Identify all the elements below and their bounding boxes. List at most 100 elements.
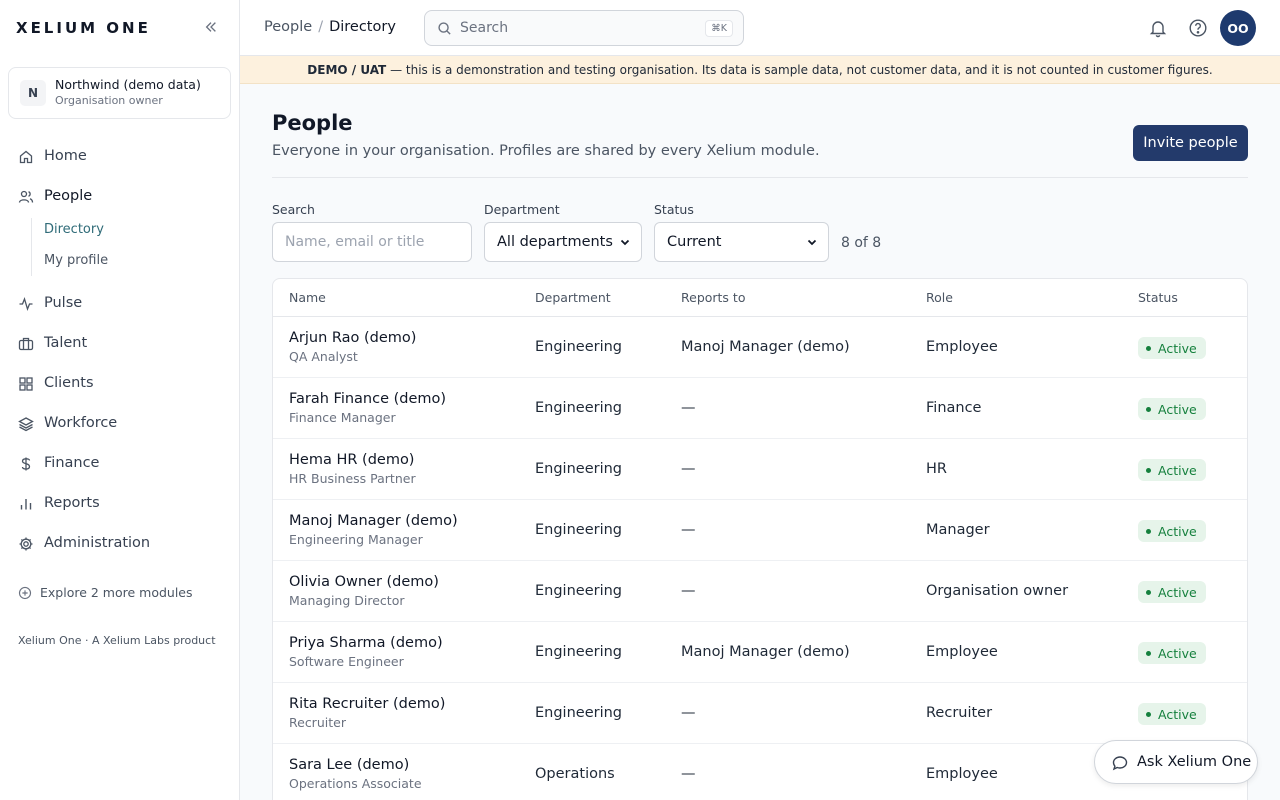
search-icon [438, 22, 451, 35]
people-search-input[interactable] [272, 222, 472, 262]
bar-chart-icon [20, 499, 32, 510]
person-name[interactable]: Manoj Manager (demo) [289, 513, 458, 529]
person-department: Engineering [535, 522, 622, 538]
status-badge-label: Active [1158, 401, 1197, 417]
bell-icon[interactable] [1148, 18, 1168, 38]
search-shortcut: ⌘K [705, 20, 733, 37]
nav-talent[interactable]: Talent [8, 328, 231, 360]
collapse-sidebar-icon[interactable] [202, 18, 220, 36]
grid-icon [19, 377, 33, 391]
nav-administration[interactable]: Administration [8, 528, 231, 560]
nav-pulse[interactable]: Pulse [8, 288, 231, 320]
nav-reports[interactable]: Reports [8, 488, 231, 520]
person-department: Engineering [535, 339, 622, 355]
page-title: People [272, 111, 353, 135]
person-role: Employee [926, 766, 998, 782]
status-dot [1146, 589, 1151, 595]
table-row[interactable]: Farah Finance (demo) Finance Manager Engin… [273, 378, 1247, 439]
home-icon [19, 150, 33, 164]
nav-workforce-label: Workforce [44, 415, 118, 431]
person-role: Recruiter [926, 705, 993, 721]
column-role[interactable]: Role [926, 290, 953, 305]
plus-circle-icon [18, 586, 32, 599]
explore-modules-link[interactable]: Explore 2 more modules [18, 585, 193, 600]
status-badge: Active [1138, 703, 1206, 725]
status-badge: Active [1138, 459, 1206, 481]
column-department[interactable]: Department [535, 290, 611, 305]
breadcrumb: People / Directory [264, 19, 396, 35]
table-row[interactable]: Manoj Manager (demo) Engineering Manager E… [273, 500, 1247, 561]
person-name[interactable]: Arjun Rao (demo) [289, 330, 416, 346]
table-row[interactable]: Rita Recruiter (demo) Recruiter Engineerin… [273, 683, 1247, 744]
department-filter-label: Department [484, 202, 560, 217]
status-badge: Active [1138, 337, 1206, 359]
person-reports-to: — [681, 522, 696, 538]
person-name[interactable]: Olivia Owner (demo) [289, 574, 439, 590]
subnav-line [31, 218, 32, 276]
person-name[interactable]: Rita Recruiter (demo) [289, 696, 445, 712]
org-role: Organisation owner [55, 94, 163, 107]
person-reports-to: — [681, 766, 696, 782]
user-avatar[interactable]: OO [1220, 10, 1256, 46]
nav-people[interactable]: People [8, 181, 231, 213]
nav-administration-label: Administration [44, 535, 151, 551]
ask-xelium-label: Ask Xelium One [1137, 754, 1252, 770]
gear-icon [19, 537, 33, 551]
column-status[interactable]: Status [1138, 290, 1178, 305]
nav-workforce[interactable]: Workforce [8, 408, 231, 440]
nav-clients[interactable]: Clients [8, 368, 231, 400]
chat-bubble-icon [1112, 756, 1128, 771]
table-row[interactable]: Olivia Owner (demo) Managing Director Engi… [273, 561, 1247, 622]
table-row[interactable]: Hema HR (demo) HR Business Partner Enginee… [273, 439, 1247, 500]
table-row[interactable]: Arjun Rao (demo) QA Analyst Engineering Man… [273, 317, 1247, 378]
status-badge: Active [1138, 581, 1206, 603]
org-name: Northwind (demo data) [55, 77, 201, 92]
help-icon[interactable] [1188, 18, 1208, 38]
person-title: HR Business Partner [289, 471, 416, 486]
status-select-value: Current [667, 234, 722, 250]
column-reports-to[interactable]: Reports to [681, 290, 745, 305]
person-role: Employee [926, 339, 998, 355]
status-select[interactable]: Current [654, 222, 829, 262]
global-search[interactable]: Search ⌘K [424, 10, 744, 46]
person-role: HR [926, 461, 947, 477]
status-badge-label: Active [1158, 340, 1197, 356]
person-department: Engineering [535, 583, 622, 599]
person-name[interactable]: Sara Lee (demo) [289, 757, 409, 773]
person-name[interactable]: Priya Sharma (demo) [289, 635, 443, 651]
status-filter-label: Status [654, 202, 694, 217]
person-title: Managing Director [289, 593, 405, 608]
status-dot [1146, 406, 1151, 412]
person-title: QA Analyst [289, 349, 358, 364]
person-name[interactable]: Farah Finance (demo) [289, 391, 446, 407]
global-search-placeholder: Search [460, 20, 509, 36]
ask-xelium-button[interactable]: Ask Xelium One [1094, 740, 1258, 784]
layers-icon [18, 417, 34, 432]
nav-talent-label: Talent [44, 335, 88, 351]
person-name[interactable]: Hema HR (demo) [289, 452, 414, 468]
product-footer: Xelium One · A Xelium Labs product [18, 634, 216, 647]
column-name[interactable]: Name [289, 290, 326, 305]
person-department: Engineering [535, 644, 622, 660]
nav-people-label: People [44, 188, 93, 204]
person-reports-to: — [681, 705, 696, 721]
person-department: Engineering [535, 705, 622, 721]
breadcrumb-people[interactable]: People [264, 19, 312, 35]
status-badge: Active [1138, 398, 1206, 420]
invite-people-button[interactable]: Invite people [1133, 125, 1248, 161]
department-select[interactable]: All departments [484, 222, 642, 262]
nav-home[interactable]: Home [8, 141, 231, 173]
brand-logo: XELIUM ONE [16, 19, 151, 37]
nav-people-my-profile[interactable]: My profile [44, 253, 108, 268]
status-badge: Active [1138, 642, 1206, 664]
person-title: Recruiter [289, 715, 346, 730]
table-row[interactable]: Priya Sharma (demo) Software Engineer Engi… [273, 622, 1247, 683]
nav-people-directory[interactable]: Directory [44, 222, 104, 237]
person-title: Finance Manager [289, 410, 396, 425]
nav-finance[interactable]: Finance [8, 448, 231, 480]
person-department: Operations [535, 766, 615, 782]
org-switcher[interactable]: N Northwind (demo data) Organisation own… [8, 67, 231, 119]
person-role: Organisation owner [926, 583, 1069, 599]
status-dot [1146, 711, 1151, 717]
nav-reports-label: Reports [44, 495, 100, 511]
